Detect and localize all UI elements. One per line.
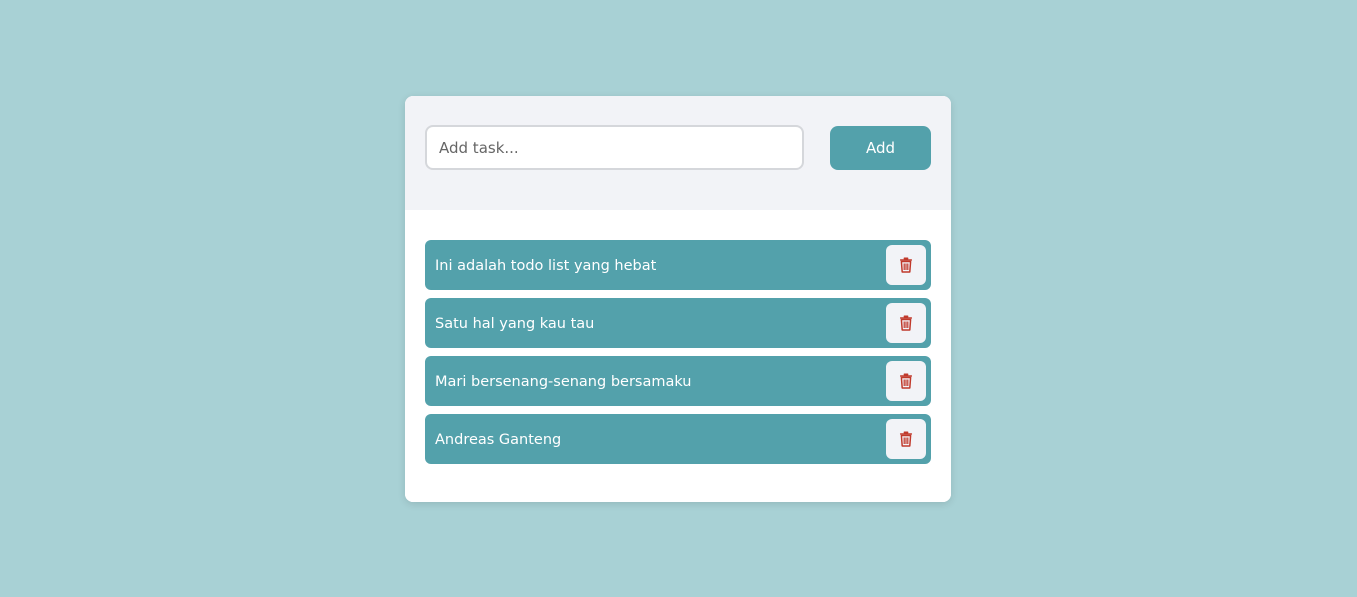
- todo-text: Ini adalah todo list yang hebat: [435, 258, 657, 274]
- add-button[interactable]: Add: [830, 126, 931, 170]
- task-input[interactable]: [425, 125, 804, 170]
- todo-text: Satu hal yang kau tau: [435, 316, 595, 332]
- delete-button[interactable]: [886, 419, 926, 459]
- trash-icon: [900, 373, 912, 389]
- delete-button[interactable]: [886, 303, 926, 343]
- trash-icon: [900, 315, 912, 331]
- todo-text: Mari bersenang-senang bersamaku: [435, 374, 692, 390]
- todo-card: Add Ini adalah todo list yang hebat: [405, 96, 951, 502]
- add-task-form: Add: [405, 96, 951, 210]
- todo-item: Andreas Ganteng: [425, 414, 931, 464]
- trash-icon: [900, 257, 912, 273]
- todo-item: Ini adalah todo list yang hebat: [425, 240, 931, 290]
- todo-text: Andreas Ganteng: [435, 432, 562, 448]
- delete-button[interactable]: [886, 361, 926, 401]
- delete-button[interactable]: [886, 245, 926, 285]
- todo-item: Mari bersenang-senang bersamaku: [425, 356, 931, 406]
- todo-list: Ini adalah todo list yang hebat Satu hal…: [425, 240, 931, 472]
- todo-list-panel: Ini adalah todo list yang hebat Satu hal…: [405, 210, 951, 502]
- todo-item: Satu hal yang kau tau: [425, 298, 931, 348]
- trash-icon: [900, 431, 912, 447]
